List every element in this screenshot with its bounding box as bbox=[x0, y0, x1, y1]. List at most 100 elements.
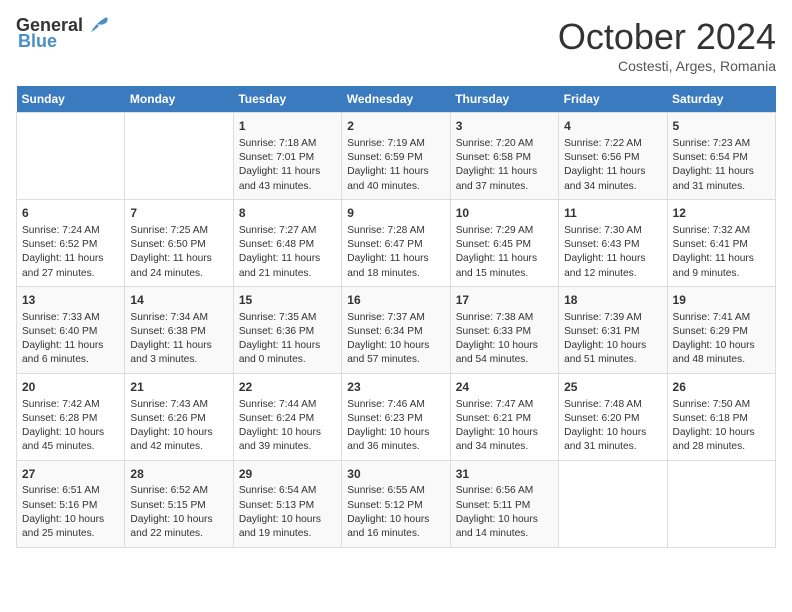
page-header: General Blue October 2024 Costesti, Arge… bbox=[16, 16, 776, 74]
day-number: 27 bbox=[22, 466, 119, 483]
week-row-4: 20Sunrise: 7:42 AMSunset: 6:28 PMDayligh… bbox=[17, 373, 776, 460]
cell-info: Sunrise: 7:34 AM bbox=[130, 311, 227, 325]
cell-info: Daylight: 10 hours and 45 minutes. bbox=[22, 426, 119, 455]
calendar-cell: 14Sunrise: 7:34 AMSunset: 6:38 PMDayligh… bbox=[125, 286, 233, 373]
calendar-cell bbox=[559, 460, 667, 547]
day-number: 8 bbox=[239, 205, 336, 222]
cell-info: Daylight: 10 hours and 25 minutes. bbox=[22, 513, 119, 542]
col-header-friday: Friday bbox=[559, 86, 667, 113]
day-number: 21 bbox=[130, 379, 227, 396]
calendar-cell: 2Sunrise: 7:19 AMSunset: 6:59 PMDaylight… bbox=[342, 113, 450, 200]
calendar-cell: 25Sunrise: 7:48 AMSunset: 6:20 PMDayligh… bbox=[559, 373, 667, 460]
calendar-cell bbox=[667, 460, 775, 547]
cell-info: Sunset: 6:38 PM bbox=[130, 325, 227, 339]
cell-info: Daylight: 10 hours and 57 minutes. bbox=[347, 339, 444, 368]
cell-info: Daylight: 10 hours and 28 minutes. bbox=[673, 426, 770, 455]
cell-info: Sunrise: 6:56 AM bbox=[456, 484, 553, 498]
cell-info: Sunrise: 7:38 AM bbox=[456, 311, 553, 325]
cell-info: Sunrise: 6:55 AM bbox=[347, 484, 444, 498]
day-number: 13 bbox=[22, 292, 119, 309]
cell-info: Daylight: 11 hours and 9 minutes. bbox=[673, 252, 770, 281]
cell-info: Sunrise: 6:51 AM bbox=[22, 484, 119, 498]
day-number: 17 bbox=[456, 292, 553, 309]
cell-info: Daylight: 11 hours and 37 minutes. bbox=[456, 165, 553, 194]
cell-info: Sunset: 5:13 PM bbox=[239, 499, 336, 513]
calendar-cell: 15 Sunrise: 7:35 AMSunset: 6:36 PMDayligh… bbox=[233, 286, 341, 373]
cell-info: Daylight: 11 hours and 0 minutes. bbox=[239, 339, 336, 368]
day-number: 18 bbox=[564, 292, 661, 309]
day-number: 29 bbox=[239, 466, 336, 483]
day-number: 15 bbox=[239, 292, 336, 309]
cell-info: Sunrise: 7:22 AM bbox=[564, 137, 661, 151]
cell-info: Sunset: 5:16 PM bbox=[22, 499, 119, 513]
cell-info: Sunrise: 7:35 AM bbox=[239, 311, 336, 325]
calendar-cell: 12Sunrise: 7:32 AMSunset: 6:41 PMDayligh… bbox=[667, 199, 775, 286]
cell-info: Sunset: 6:48 PM bbox=[239, 238, 336, 252]
cell-info: Daylight: 10 hours and 39 minutes. bbox=[239, 426, 336, 455]
cell-info: Sunrise: 7:20 AM bbox=[456, 137, 553, 151]
cell-info: Sunrise: 7:37 AM bbox=[347, 311, 444, 325]
calendar-cell: 19Sunrise: 7:41 AMSunset: 6:29 PMDayligh… bbox=[667, 286, 775, 373]
cell-info: Sunset: 6:28 PM bbox=[22, 412, 119, 426]
calendar-cell: 6Sunrise: 7:24 AMSunset: 6:52 PMDaylight… bbox=[17, 199, 125, 286]
calendar-cell: 5Sunrise: 7:23 AMSunset: 6:54 PMDaylight… bbox=[667, 113, 775, 200]
cell-info: Sunset: 6:59 PM bbox=[347, 151, 444, 165]
day-number: 1 bbox=[239, 118, 336, 135]
cell-info: Daylight: 10 hours and 14 minutes. bbox=[456, 513, 553, 542]
cell-info: Sunrise: 7:43 AM bbox=[130, 398, 227, 412]
cell-info: Sunset: 6:36 PM bbox=[239, 325, 336, 339]
cell-info: Sunset: 6:33 PM bbox=[456, 325, 553, 339]
cell-info: Sunset: 6:29 PM bbox=[673, 325, 770, 339]
calendar-cell: 7Sunrise: 7:25 AMSunset: 6:50 PMDaylight… bbox=[125, 199, 233, 286]
cell-info: Sunset: 6:26 PM bbox=[130, 412, 227, 426]
calendar-cell: 10Sunrise: 7:29 AMSunset: 6:45 PMDayligh… bbox=[450, 199, 558, 286]
cell-info: Sunrise: 7:42 AM bbox=[22, 398, 119, 412]
location-title: Costesti, Arges, Romania bbox=[558, 58, 776, 74]
calendar-cell: 13Sunrise: 7:33 AMSunset: 6:40 PMDayligh… bbox=[17, 286, 125, 373]
calendar-cell: 8Sunrise: 7:27 AMSunset: 6:48 PMDaylight… bbox=[233, 199, 341, 286]
cell-info: Sunset: 6:41 PM bbox=[673, 238, 770, 252]
col-header-sunday: Sunday bbox=[17, 86, 125, 113]
cell-info: Sunset: 5:12 PM bbox=[347, 499, 444, 513]
calendar-cell bbox=[17, 113, 125, 200]
calendar-cell: 26Sunrise: 7:50 AMSunset: 6:18 PMDayligh… bbox=[667, 373, 775, 460]
calendar-cell: 11Sunrise: 7:30 AMSunset: 6:43 PMDayligh… bbox=[559, 199, 667, 286]
cell-info: Sunrise: 7:47 AM bbox=[456, 398, 553, 412]
cell-info: Daylight: 11 hours and 43 minutes. bbox=[239, 165, 336, 194]
day-number: 16 bbox=[347, 292, 444, 309]
day-number: 20 bbox=[22, 379, 119, 396]
cell-info: Daylight: 11 hours and 15 minutes. bbox=[456, 252, 553, 281]
cell-info: Daylight: 11 hours and 34 minutes. bbox=[564, 165, 661, 194]
month-title: October 2024 bbox=[558, 16, 776, 58]
cell-info: Sunset: 6:31 PM bbox=[564, 325, 661, 339]
cell-info: Daylight: 10 hours and 22 minutes. bbox=[130, 513, 227, 542]
cell-info: Sunrise: 7:46 AM bbox=[347, 398, 444, 412]
logo-bird-icon bbox=[87, 16, 109, 36]
cell-info: Daylight: 11 hours and 6 minutes. bbox=[22, 339, 119, 368]
cell-info: Daylight: 10 hours and 54 minutes. bbox=[456, 339, 553, 368]
cell-info: Sunset: 6:40 PM bbox=[22, 325, 119, 339]
logo: General Blue bbox=[16, 16, 109, 52]
cell-info: Daylight: 11 hours and 3 minutes. bbox=[130, 339, 227, 368]
col-header-saturday: Saturday bbox=[667, 86, 775, 113]
cell-info: Sunset: 6:56 PM bbox=[564, 151, 661, 165]
calendar-cell: 4Sunrise: 7:22 AMSunset: 6:56 PMDaylight… bbox=[559, 113, 667, 200]
day-number: 11 bbox=[564, 205, 661, 222]
day-number: 31 bbox=[456, 466, 553, 483]
cell-info: Sunset: 5:11 PM bbox=[456, 499, 553, 513]
day-number: 22 bbox=[239, 379, 336, 396]
day-number: 25 bbox=[564, 379, 661, 396]
cell-info: Sunset: 6:18 PM bbox=[673, 412, 770, 426]
cell-info: Sunrise: 7:39 AM bbox=[564, 311, 661, 325]
calendar-cell: 3Sunrise: 7:20 AMSunset: 6:58 PMDaylight… bbox=[450, 113, 558, 200]
cell-info: Sunset: 6:50 PM bbox=[130, 238, 227, 252]
cell-info: Sunset: 6:20 PM bbox=[564, 412, 661, 426]
calendar-cell: 1Sunrise: 7:18 AMSunset: 7:01 PMDaylight… bbox=[233, 113, 341, 200]
calendar-cell: 27Sunrise: 6:51 AMSunset: 5:16 PMDayligh… bbox=[17, 460, 125, 547]
cell-info: Daylight: 10 hours and 16 minutes. bbox=[347, 513, 444, 542]
title-block: October 2024 Costesti, Arges, Romania bbox=[558, 16, 776, 74]
calendar-cell: 31Sunrise: 6:56 AMSunset: 5:11 PMDayligh… bbox=[450, 460, 558, 547]
calendar-cell: 23Sunrise: 7:46 AMSunset: 6:23 PMDayligh… bbox=[342, 373, 450, 460]
week-row-3: 13Sunrise: 7:33 AMSunset: 6:40 PMDayligh… bbox=[17, 286, 776, 373]
day-number: 19 bbox=[673, 292, 770, 309]
